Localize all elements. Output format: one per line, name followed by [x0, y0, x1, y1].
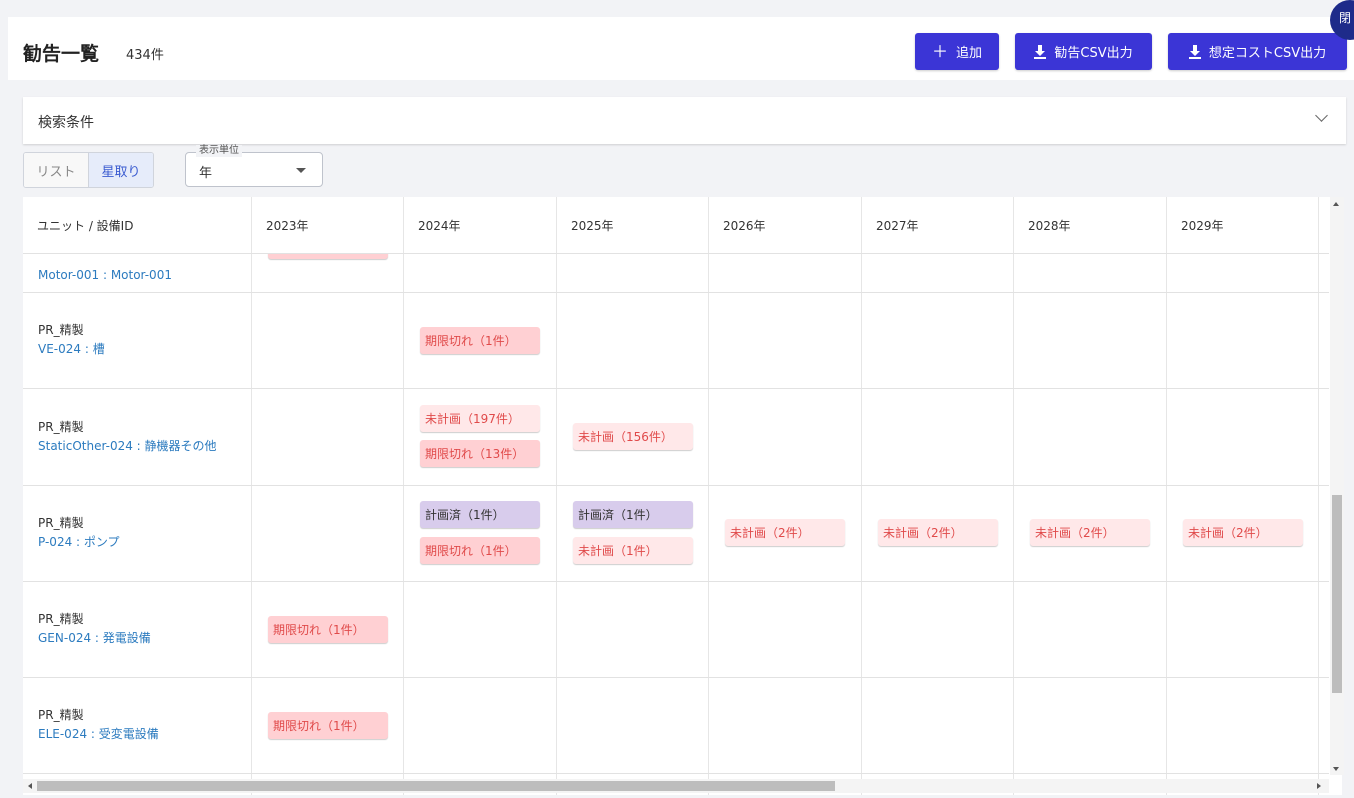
status-chip-expired[interactable]: 期限切れ（13件）: [420, 440, 540, 467]
status-chip-expired[interactable]: 期限切れ（1件）: [420, 327, 540, 354]
table-row: PR_精製 P-024 : ポンプ 計画済（1件） 期限切れ（1件） 計画済（1…: [23, 486, 1329, 582]
download-icon: [1188, 44, 1201, 59]
status-chip-unplanned[interactable]: 未計画（2件）: [1183, 519, 1303, 546]
status-chip-expired[interactable]: 期限切れ（1件）: [268, 712, 388, 739]
equipment-link[interactable]: Motor-001 : Motor-001: [38, 268, 172, 282]
status-chip-planned[interactable]: 計画済（1件）: [573, 501, 693, 528]
caret-down-icon: [296, 168, 306, 173]
scroll-down-icon[interactable]: [1333, 767, 1339, 771]
unit-name: PR_精製: [38, 612, 84, 626]
table-row: PR_精製 ELE-024 : 受変電設備 期限切れ（1件）: [23, 678, 1329, 774]
vertical-scroll-thumb[interactable]: [1332, 495, 1342, 693]
equipment-link[interactable]: ELE-024 : 受変電設備: [38, 725, 159, 742]
status-chip-unplanned[interactable]: 未計画（2件）: [1030, 519, 1150, 546]
unit-name: PR_精製: [38, 708, 84, 722]
table-header: ユニット / 設備ID 2023年 2024年 2025年 2026年 2027…: [23, 197, 1329, 254]
table-row: PR_精製 VE-024 : 槽 期限切れ（1件）: [23, 293, 1329, 389]
star-view-tab[interactable]: 星取り: [89, 153, 153, 187]
column-header-2025: 2025年: [557, 197, 709, 253]
status-chip-unplanned[interactable]: 未計画（156件）: [573, 423, 693, 450]
page-title: 勧告一覧: [23, 43, 100, 65]
record-count: 434件: [126, 48, 164, 63]
scroll-right-icon[interactable]: [1317, 783, 1321, 789]
search-conditions-panel[interactable]: 検索条件: [23, 97, 1346, 144]
plus-icon: ＋: [931, 41, 948, 61]
star-chart-table: ユニット / 設備ID 2023年 2024年 2025年 2026年 2027…: [23, 197, 1342, 795]
column-header-2026: 2026年: [709, 197, 862, 253]
column-header-2023: 2023年: [252, 197, 404, 253]
horizontal-scrollbar[interactable]: [23, 779, 1329, 793]
list-view-tab[interactable]: リスト: [24, 153, 89, 187]
status-chip-planned[interactable]: 計画済（1件）: [420, 501, 540, 528]
cost-csv-export-button[interactable]: 想定コストCSV出力: [1168, 33, 1347, 70]
equipment-link[interactable]: StaticOther-024 : 静機器その他: [38, 437, 217, 454]
unit-name: PR_精製: [38, 516, 84, 530]
cost-csv-label: 想定コストCSV出力: [1208, 46, 1327, 61]
status-chip-unplanned[interactable]: 未計画（2件）: [878, 519, 998, 546]
page-header: 勧告一覧 434件 ＋ 追加 勧告CSV出力 想定コストCSV出力: [8, 17, 1354, 80]
vertical-scrollbar[interactable]: [1330, 197, 1344, 775]
column-header-2027: 2027年: [862, 197, 1014, 253]
column-header-2024: 2024年: [404, 197, 557, 253]
equipment-link[interactable]: VE-024 : 槽: [38, 340, 105, 357]
status-chip-unplanned[interactable]: 未計画（1件）: [573, 537, 693, 564]
equipment-link[interactable]: GEN-024 : 発電設備: [38, 629, 151, 646]
display-unit-value: 年: [199, 166, 213, 181]
recommend-csv-export-button[interactable]: 勧告CSV出力: [1015, 33, 1152, 70]
chevron-down-icon[interactable]: [1315, 109, 1328, 122]
scroll-left-icon[interactable]: [28, 783, 32, 789]
unit-name: PR_精製: [38, 420, 84, 434]
horizontal-scroll-thumb[interactable]: [37, 781, 835, 791]
scroll-up-icon[interactable]: [1333, 202, 1339, 206]
display-unit-label: 表示単位: [196, 145, 242, 157]
column-header-unit: ユニット / 設備ID: [23, 197, 252, 253]
download-icon: [1034, 44, 1047, 59]
add-button[interactable]: ＋ 追加: [915, 33, 999, 70]
recommend-csv-label: 勧告CSV出力: [1054, 46, 1133, 61]
table-row: PR_精製 GEN-024 : 発電設備 期限切れ（1件）: [23, 582, 1329, 678]
search-conditions-label: 検索条件: [38, 115, 94, 131]
column-header-2028: 2028年: [1014, 197, 1167, 253]
status-chip-unplanned[interactable]: 未計画（2件）: [725, 519, 845, 546]
column-header-2029: 2029年: [1167, 197, 1319, 253]
view-toggle: リスト 星取り: [23, 152, 154, 188]
add-button-label: 追加: [956, 46, 983, 61]
status-chip-expired[interactable]: 期限切れ（1件）: [268, 616, 388, 643]
table-row: PR_精製 StaticOther-024 : 静機器その他 未計画（197件）…: [23, 389, 1329, 486]
unit-name: PR_精製: [38, 323, 84, 337]
status-chip-expired[interactable]: 期限切れ（1件）: [420, 537, 540, 564]
display-unit-select[interactable]: 表示単位 年: [185, 145, 323, 187]
equipment-link[interactable]: P-024 : ポンプ: [38, 533, 120, 550]
status-chip-unplanned[interactable]: 未計画（197件）: [420, 405, 540, 432]
